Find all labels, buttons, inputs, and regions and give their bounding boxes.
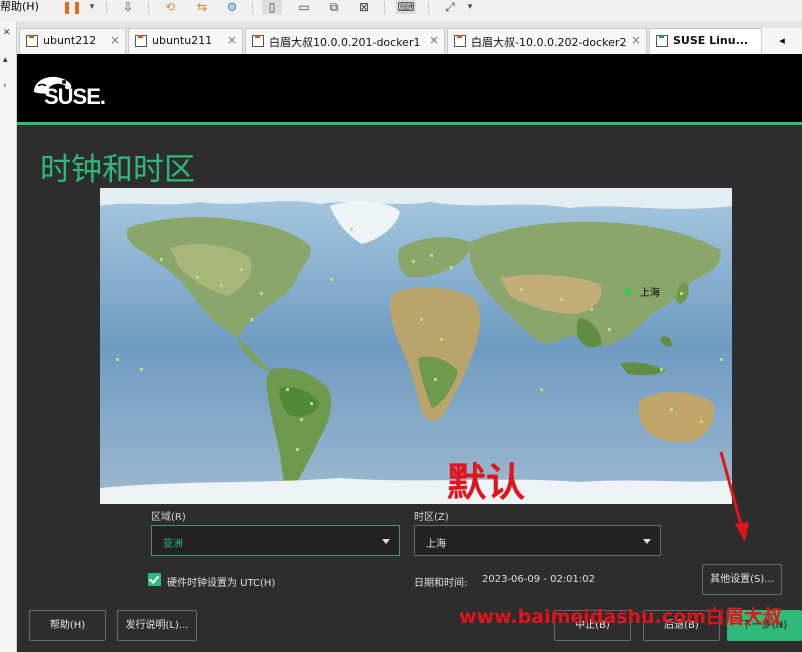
datetime-label: 日期和时间: bbox=[414, 578, 468, 589]
vm-icon bbox=[454, 35, 466, 47]
world-map-graphic[interactable] bbox=[100, 188, 732, 504]
pause-icon[interactable]: ❚❚ bbox=[62, 0, 82, 14]
close-icon[interactable]: × bbox=[429, 33, 439, 47]
chevron-down-icon bbox=[382, 539, 390, 544]
hw-clock-utc-label[interactable]: 硬件时钟设置为 UTC(H) bbox=[167, 574, 275, 589]
header-divider bbox=[17, 122, 802, 125]
installer-window: SUSE. 时钟和时区 上海 默认 区域(R) 亚洲 时区(Z) 上海 硬件时钟… bbox=[17, 54, 802, 652]
tab-scroll-button[interactable]: ◂ bbox=[761, 28, 802, 54]
close-icon[interactable]: × bbox=[631, 33, 641, 47]
close-icon[interactable]: × bbox=[110, 33, 120, 47]
vm-icon bbox=[656, 35, 668, 47]
toolbar-divider bbox=[252, 1, 253, 14]
stretch-icon[interactable]: ⤢ bbox=[440, 0, 460, 14]
help-menu[interactable]: 帮助(H) bbox=[0, 0, 39, 14]
chevron-down-icon bbox=[643, 539, 651, 544]
chevron-up-icon[interactable]: ▴ bbox=[3, 55, 8, 65]
tab-label: 白眉大叔-10.0.0.202-docker2 bbox=[471, 36, 627, 49]
toolbar-divider bbox=[428, 1, 429, 14]
watermark: www.baimeidashu.com白眉大叔 bbox=[459, 606, 782, 628]
send-keys-icon[interactable]: ⇩ bbox=[118, 0, 138, 14]
selected-city-label: 上海 bbox=[640, 288, 660, 299]
unity-icon[interactable]: ⊠ bbox=[354, 0, 374, 14]
vm-tab-bar: ubunt212 × ubuntu211 × 白眉大叔10.0.0.201-do… bbox=[0, 21, 802, 54]
dropdown-icon[interactable]: ▾ bbox=[82, 0, 102, 14]
vm-icon bbox=[252, 35, 264, 47]
release-notes-button[interactable]: 发行说明(L)... bbox=[117, 610, 197, 641]
timezone-map[interactable]: 上海 bbox=[100, 188, 732, 504]
installer-header: SUSE. bbox=[17, 54, 802, 122]
snapshot-icon[interactable]: ⟲ bbox=[160, 0, 180, 14]
host-toolbar: 帮助(H) ❚❚ ▾ ⇩ ⟲ ⇆ ⚙ ▯ ▭ ⧉ ⊠ ⌨ ⤢ ▾ bbox=[0, 0, 802, 22]
tab-docker1[interactable]: 白眉大叔10.0.0.201-docker1 × bbox=[245, 28, 445, 54]
dropdown-icon[interactable]: ▾ bbox=[460, 0, 480, 14]
chevron-down-icon[interactable]: ‹ bbox=[3, 81, 7, 91]
chevron-up-icon[interactable]: ✕ bbox=[3, 28, 11, 38]
tab-label: 白眉大叔10.0.0.201-docker1 bbox=[269, 36, 421, 49]
tab-label: ubunt212 bbox=[43, 34, 97, 47]
hw-clock-utc-checkbox[interactable] bbox=[148, 573, 161, 586]
datetime-value: 2023-06-09 - 02:01:02 bbox=[482, 574, 595, 585]
console-icon[interactable]: ⌨ bbox=[396, 0, 416, 14]
annotation-default: 默认 bbox=[447, 461, 526, 506]
timezone-select[interactable]: 上海 bbox=[414, 525, 661, 556]
tab-label: SUSE Linu... bbox=[673, 34, 749, 47]
region-select[interactable]: 亚洲 bbox=[151, 525, 400, 556]
annotation-arrow-icon bbox=[719, 451, 749, 542]
timezone-value: 上海 bbox=[426, 539, 446, 550]
toolbar-divider bbox=[384, 1, 385, 14]
sidebar-view-icon[interactable]: ▯ bbox=[262, 0, 282, 14]
fullscreen-icon[interactable]: ⧉ bbox=[324, 0, 344, 14]
snapshot-manager-icon[interactable]: ⚙ bbox=[222, 0, 242, 14]
tab-ubuntu211[interactable]: ubuntu211 × bbox=[128, 28, 243, 54]
region-value: 亚洲 bbox=[163, 539, 183, 550]
region-label: 区域(R) bbox=[151, 512, 186, 523]
tab-suse[interactable]: SUSE Linu... bbox=[649, 28, 762, 54]
brand-logo: SUSE. bbox=[44, 84, 106, 109]
other-settings-button[interactable]: 其他设置(S)... bbox=[702, 564, 782, 595]
toolbar-divider bbox=[148, 1, 149, 14]
page-title: 时钟和时区 bbox=[40, 152, 195, 188]
tab-label: ubuntu211 bbox=[152, 34, 213, 47]
revert-icon[interactable]: ⇆ bbox=[192, 0, 212, 14]
timezone-label: 时区(Z) bbox=[414, 512, 449, 523]
close-icon[interactable]: × bbox=[227, 33, 237, 47]
vm-icon bbox=[26, 35, 38, 47]
tab-ubunt212[interactable]: ubunt212 × bbox=[19, 28, 126, 54]
thumbnail-view-icon[interactable]: ▭ bbox=[294, 0, 314, 14]
vm-icon bbox=[135, 35, 147, 47]
tab-docker2[interactable]: 白眉大叔-10.0.0.202-docker2 × bbox=[447, 28, 647, 54]
help-button[interactable]: 帮助(H) bbox=[29, 610, 106, 641]
library-strip: ✕ ▴ ‹ bbox=[0, 21, 17, 652]
toolbar-divider bbox=[106, 1, 107, 14]
